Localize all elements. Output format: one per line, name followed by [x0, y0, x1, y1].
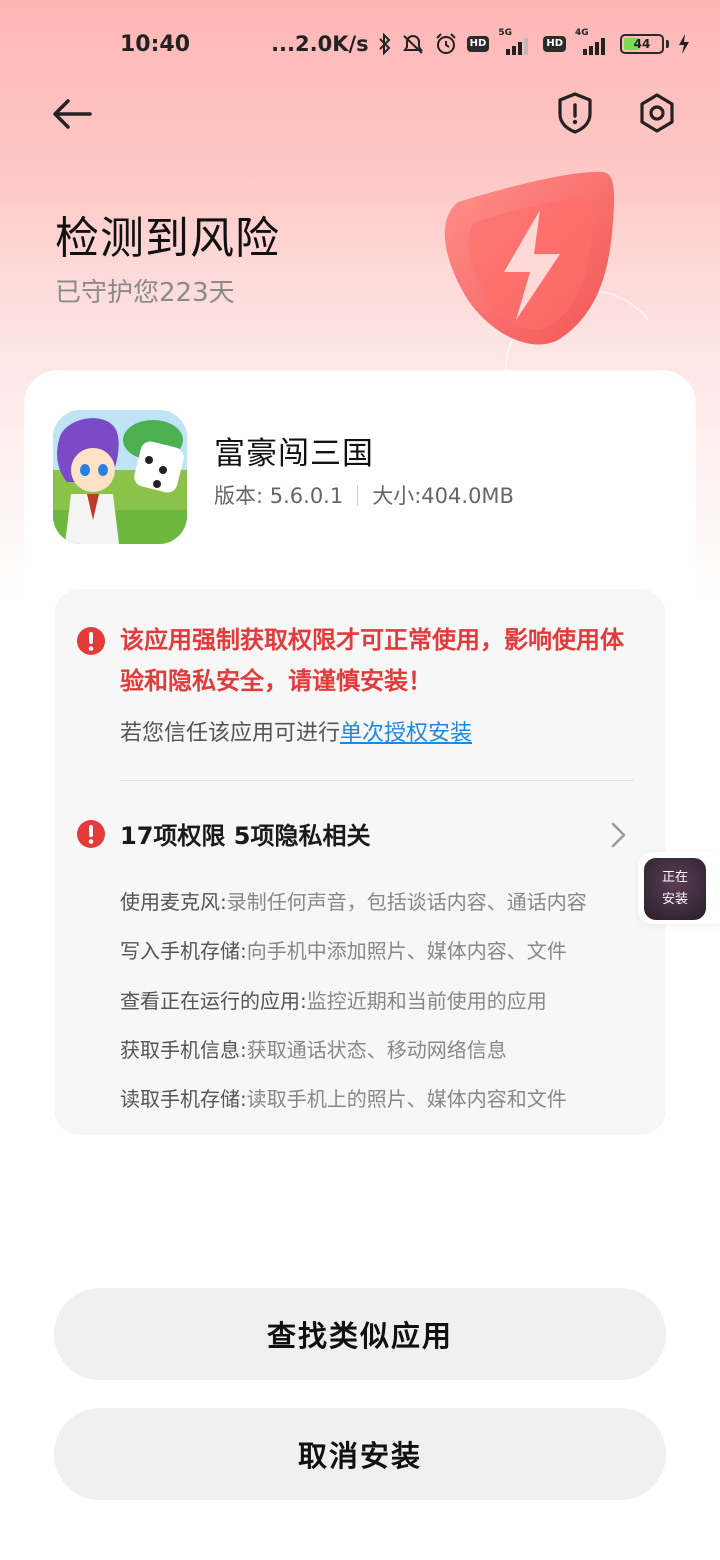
settings-button[interactable]: [634, 90, 680, 136]
battery-icon: 44: [620, 34, 664, 54]
permission-item: 写入手机存储: 向手机中添加照片、媒体内容、文件: [120, 939, 567, 964]
trust-prefix: 若您信任该应用可进行: [120, 721, 341, 746]
alarm-icon: [434, 32, 458, 56]
alert-circle-icon-2: [77, 820, 105, 848]
cancel-install-button[interactable]: 取消安装: [54, 1408, 666, 1500]
status-icons: ...2.0K/s HD 5G HD 4G 44: [271, 28, 690, 56]
shield-alert-icon: [558, 92, 592, 134]
permission-item: 查看正在运行的应用: 监控近期和当前使用的应用: [120, 988, 547, 1013]
app-name: 富豪闯三国: [214, 436, 374, 472]
alert-circle-icon: [77, 627, 105, 655]
status-time: 10:40: [120, 31, 191, 57]
app-version: 版本: 5.6.0.1: [214, 484, 344, 508]
app-meta: 版本: 5.6.0.1 大小:404.0MB: [214, 480, 514, 510]
charging-icon: [678, 32, 690, 56]
battery-tip: [666, 40, 669, 48]
app-size: 大小:404.0MB: [372, 484, 514, 508]
hd-badge-2: HD: [543, 36, 566, 52]
signal-4g-icon: 4G: [575, 28, 611, 56]
vibrate-icon: [401, 32, 425, 56]
meta-divider: [357, 485, 359, 505]
permission-item: 获取手机信息: 获取通话状态、移动网络信息: [120, 1038, 507, 1063]
app-icon: [53, 410, 187, 544]
network-speed: ...2.0K/s: [271, 32, 369, 56]
risk-warning-text: 该应用强制获取权限才可正常使用，影响使用体验和隐私安全，请谨慎安装！: [120, 626, 624, 695]
permission-list: 使用麦克风: 录制任何声音，包括谈话内容、通话内容 写入手机存储: 向手机中添加…: [120, 876, 640, 1122]
floating-install-bubble[interactable]: 正在 安装: [638, 852, 720, 924]
chevron-right-icon[interactable]: [606, 818, 630, 852]
installing-thumbnail: 正在 安装: [644, 858, 706, 920]
bluetooth-icon: [378, 32, 392, 56]
back-button[interactable]: [48, 92, 98, 136]
page-title: 检测到风险: [55, 213, 280, 264]
single-authorization-install-link[interactable]: 单次授权安装: [340, 721, 472, 746]
protection-days: 已守护您223天: [55, 278, 235, 308]
signal-5g-icon: 5G: [498, 28, 534, 56]
status-bar: 10:40 ...2.0K/s HD 5G HD 4G 44: [0, 0, 720, 88]
top-bar: [0, 78, 720, 150]
permission-summary[interactable]: 17项权限 5项隐私相关: [120, 816, 370, 851]
find-similar-apps-button[interactable]: 查找类似应用: [54, 1288, 666, 1380]
permission-item: 使用麦克风: 录制任何声音，包括谈话内容、通话内容: [120, 890, 587, 915]
hd-badge: HD: [466, 36, 490, 52]
panel-divider: [120, 780, 634, 781]
battery-level: 44: [633, 37, 651, 51]
gear-icon: [640, 93, 674, 133]
permission-item: 读取手机存储: 读取手机上的照片、媒体内容和文件: [120, 1087, 567, 1112]
arrow-left-icon: [53, 99, 92, 129]
trust-line: 若您信任该应用可进行单次授权安装: [120, 715, 472, 747]
security-shield-button[interactable]: [552, 90, 598, 136]
hero-shield-icon: [418, 150, 667, 451]
